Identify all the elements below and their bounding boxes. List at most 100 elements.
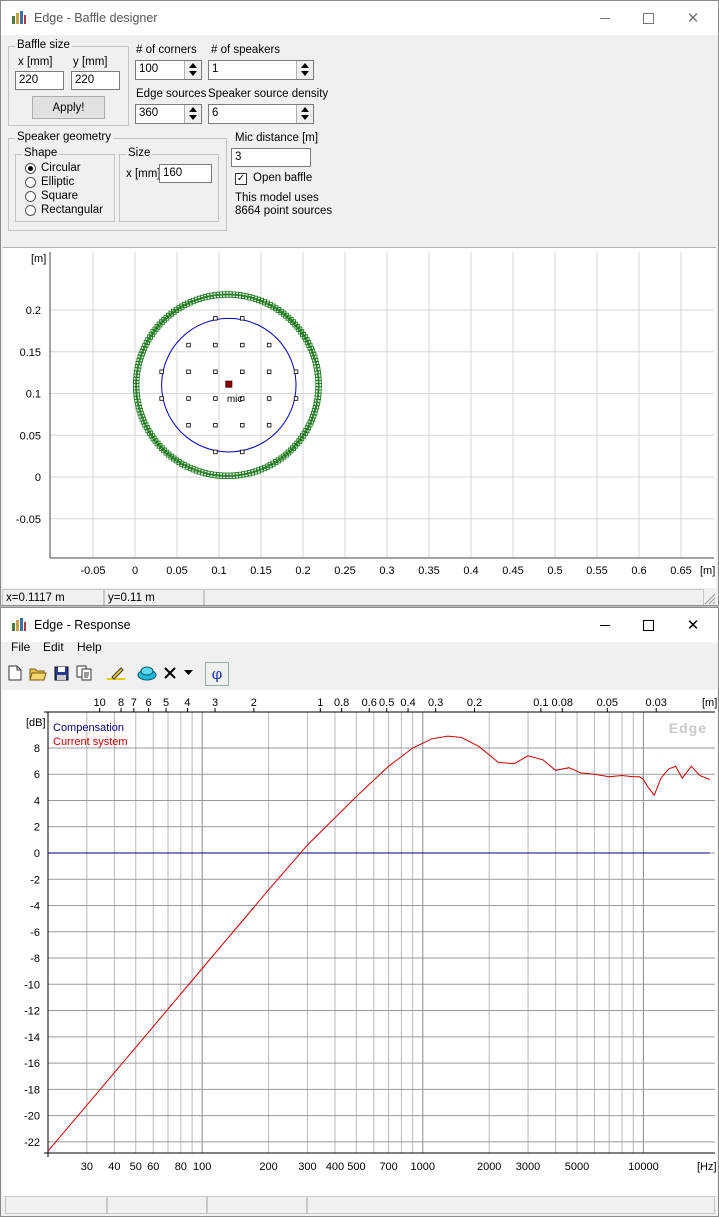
y-tick-label: 8	[34, 743, 40, 755]
menu-file[interactable]: File	[11, 640, 30, 654]
x-tick-label: 2000	[477, 1161, 501, 1173]
x-tick-label: 0.2	[295, 565, 310, 577]
speakers-label: # of speakers	[211, 44, 281, 56]
baffle-designer-window: Edge - Baffle designer ✕ Baffle size x […	[0, 0, 719, 606]
minimize-button[interactable]	[582, 5, 628, 31]
y-tick-label: -16	[24, 1058, 40, 1070]
apply-button[interactable]: Apply!	[32, 96, 105, 119]
close-icon: ✕	[686, 617, 700, 634]
dropdown-icon[interactable]	[180, 662, 196, 684]
speaker-point-source	[266, 396, 272, 401]
mic-distance-input[interactable]: 3	[231, 148, 311, 167]
edge-watermark: Edge	[669, 720, 707, 736]
pen-icon[interactable]	[105, 662, 127, 684]
y-tick-label: 0.05	[20, 430, 41, 442]
density-label: Speaker source density	[208, 88, 329, 100]
top-axis-label: 0.8	[334, 697, 349, 709]
spinner-arrows-icon[interactable]	[184, 105, 201, 123]
radio-circular[interactable]	[25, 163, 36, 174]
spinner-arrows-icon[interactable]	[184, 61, 201, 79]
radio-elliptic-label[interactable]: Elliptic	[41, 176, 74, 188]
y-tick-label: -18	[24, 1084, 40, 1096]
radio-rectangular-label[interactable]: Rectangular	[41, 204, 103, 216]
speakers-value: 1	[212, 63, 219, 75]
x-tick-label: 0.4	[463, 565, 478, 577]
response-chart-area[interactable]: 8 6 4 2 0 -2 -4 -6 -8 -10 -12 -14 -16 -18 -20 -22 30 40 50…	[2, 690, 717, 1196]
x-tick-label: 30	[81, 1161, 93, 1173]
edge-sources-spinner[interactable]: 360	[135, 104, 202, 124]
baffle-title-bar[interactable]: Edge - Baffle designer ✕	[1, 1, 718, 35]
speakers-spinner[interactable]: 1	[208, 60, 314, 80]
minimize-button[interactable]	[582, 612, 628, 638]
x-tick-label: 200	[259, 1161, 277, 1173]
spinner-arrows-icon[interactable]	[296, 61, 313, 79]
y-tick-label: -2	[30, 874, 40, 886]
spinner-arrows-icon[interactable]	[296, 105, 313, 123]
baffle-x-input[interactable]: 220	[15, 71, 64, 90]
radio-square[interactable]	[25, 191, 36, 202]
save-icon[interactable]	[50, 662, 72, 684]
x-tick-label: 60	[147, 1161, 159, 1173]
speaker-point-source	[213, 423, 218, 428]
status-y-coordinate: y=0.11 m	[104, 589, 204, 605]
open-baffle-checkbox[interactable]: ✓	[235, 173, 247, 185]
copy-icon[interactable]	[73, 662, 95, 684]
radio-elliptic[interactable]	[25, 177, 36, 188]
x-tick-label: 0.15	[250, 565, 271, 577]
open-folder-icon[interactable]	[27, 662, 49, 684]
model-info-line1: This model uses	[235, 192, 319, 204]
radio-circular-label[interactable]: Circular	[41, 162, 81, 174]
top-axis-label: 2	[251, 697, 257, 709]
density-spinner[interactable]: 6	[208, 104, 314, 124]
x-tick-label: 0.1	[211, 565, 226, 577]
minimize-icon	[600, 624, 610, 626]
size-x-input[interactable]: 160	[159, 164, 212, 183]
y-tick-label: 0.2	[26, 305, 41, 317]
x-tick-label: 0.6	[631, 565, 646, 577]
phase-icon[interactable]: φ	[205, 662, 229, 686]
x-tick-label: 0.45	[502, 565, 523, 577]
baffle-plot-area[interactable]: -0.05 0 0.05 0.1 0.15 0.2 0.25 0.3 0.35 0.4 0.45 0.…	[3, 247, 716, 588]
speaker-point-source	[266, 342, 272, 348]
legend-entry: Current system	[53, 736, 128, 748]
speaker-point-source	[240, 316, 245, 321]
maximize-button[interactable]	[625, 612, 671, 638]
y-tick-label: -8	[30, 953, 40, 965]
speaker-point-source	[266, 423, 272, 428]
menu-help[interactable]: Help	[77, 640, 102, 654]
close-button[interactable]: ✕	[670, 612, 716, 638]
corners-spinner[interactable]: 100	[135, 60, 202, 80]
response-title-bar[interactable]: Edge - Response ✕	[1, 608, 718, 642]
radio-square-label[interactable]: Square	[41, 190, 78, 202]
delete-icon[interactable]	[159, 662, 181, 684]
baffle-y-input[interactable]: 220	[71, 71, 120, 90]
x-tick-label: 1000	[411, 1161, 435, 1173]
response-status-4	[307, 1196, 715, 1214]
speaker-icon[interactable]	[136, 662, 158, 684]
x-tick-label: 0	[132, 565, 138, 577]
speaker-point-source	[186, 342, 191, 348]
x-tick-label: 50	[130, 1161, 142, 1173]
top-axis-label: 0.2	[467, 697, 482, 709]
top-axis-label: 6	[146, 697, 152, 709]
close-button[interactable]: ✕	[670, 5, 716, 31]
corners-label: # of corners	[136, 44, 197, 56]
maximize-button[interactable]	[625, 5, 671, 31]
x-tick-label: 0.55	[586, 565, 607, 577]
density-value: 6	[212, 107, 219, 119]
x-tick-label: -0.05	[80, 565, 105, 577]
resize-grip-icon[interactable]	[704, 593, 716, 605]
new-file-icon[interactable]	[4, 662, 26, 684]
menu-edit[interactable]: Edit	[43, 640, 64, 654]
top-axis-label: 3	[212, 697, 218, 709]
y-tick-label: 0	[35, 472, 41, 484]
top-axis-label: 1	[317, 697, 323, 709]
speaker-point-source	[240, 449, 245, 455]
top-axis-label: 0.03	[646, 697, 667, 709]
open-baffle-label[interactable]: Open baffle	[253, 172, 312, 184]
radio-rectangular[interactable]	[25, 205, 36, 216]
legend-entry: Compensation	[53, 722, 124, 734]
y-tick-label: -12	[24, 1006, 40, 1018]
top-axis-label: 0.05	[597, 697, 618, 709]
response-status-1	[5, 1196, 107, 1214]
